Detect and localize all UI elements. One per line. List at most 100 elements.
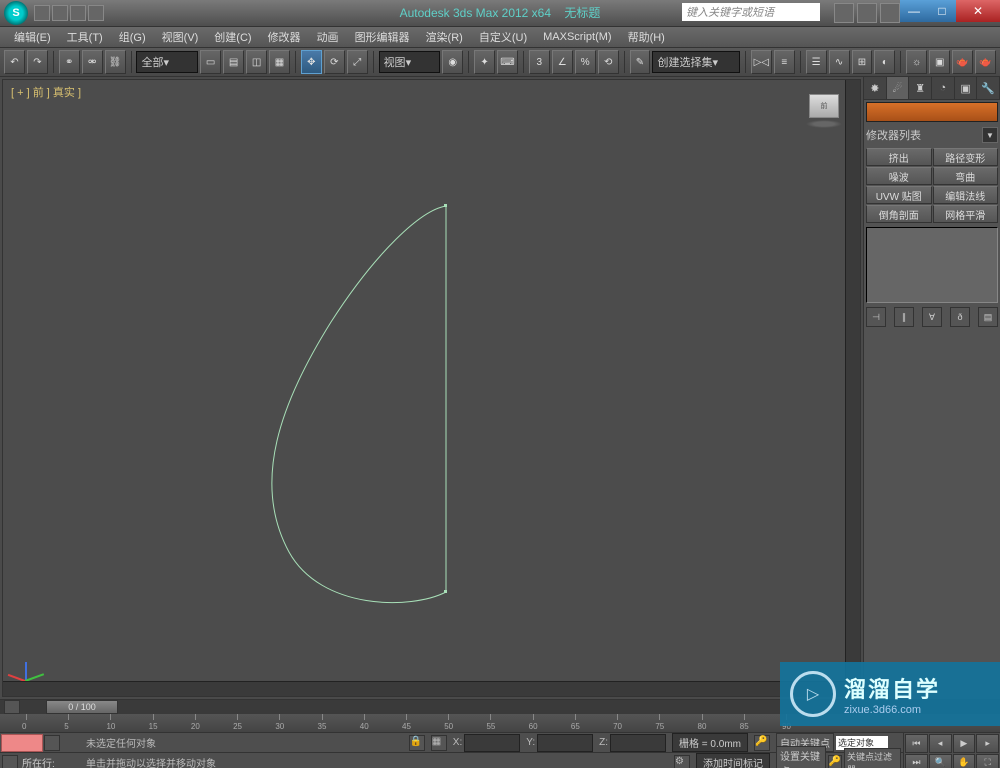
- viewport-front[interactable]: [ + ] 前 ] 真实 ] 前: [2, 79, 861, 697]
- tab-display[interactable]: ▣: [955, 77, 978, 99]
- infocenter-icon[interactable]: [834, 3, 854, 23]
- render-button[interactable]: 🫖: [952, 50, 973, 74]
- menu-create[interactable]: 创建(C): [208, 27, 257, 47]
- menu-customize[interactable]: 自定义(U): [473, 27, 533, 47]
- tab-modify[interactable]: ☄: [887, 77, 910, 99]
- unique-button[interactable]: ∀: [922, 307, 942, 327]
- abs-transform-icon[interactable]: ▦: [431, 735, 447, 751]
- window-minimize-button[interactable]: —: [900, 0, 928, 22]
- window-close-button[interactable]: ✕: [956, 0, 1000, 22]
- undo-button[interactable]: ↶: [4, 50, 25, 74]
- goto-start-button[interactable]: ⏮: [905, 734, 928, 753]
- slider-left-icon[interactable]: [4, 700, 20, 714]
- tab-motion[interactable]: ◔: [932, 77, 955, 99]
- configure-sets-button[interactable]: ▤: [978, 307, 998, 327]
- render-setup-button[interactable]: ☼: [906, 50, 927, 74]
- angle-snap-button[interactable]: ∠: [552, 50, 573, 74]
- use-center-button[interactable]: ◉: [442, 50, 463, 74]
- help-search-input[interactable]: 键入关键字或短语: [682, 3, 820, 21]
- layers-button[interactable]: ☰: [806, 50, 827, 74]
- keyfilter-button[interactable]: 关键点过滤器...: [844, 748, 901, 768]
- coord-z-input[interactable]: [610, 734, 666, 752]
- mod-extrude-button[interactable]: 挤出: [866, 148, 932, 166]
- snap-toggle[interactable]: 3: [529, 50, 550, 74]
- curve-editor-button[interactable]: ∿: [829, 50, 850, 74]
- lock-ui-icon[interactable]: [2, 755, 18, 768]
- coord-x-input[interactable]: [464, 734, 520, 752]
- maximize-viewport-button[interactable]: ⛶: [976, 754, 999, 768]
- menu-grapheditors[interactable]: 图形编辑器: [349, 27, 416, 47]
- unlink-button[interactable]: ⚮: [82, 50, 103, 74]
- spinner-snap-button[interactable]: ⟲: [598, 50, 619, 74]
- menu-rendering[interactable]: 渲染(R): [420, 27, 469, 47]
- viewport-scrollbar-h[interactable]: [3, 681, 860, 696]
- pan-button[interactable]: ✋: [953, 754, 976, 768]
- play-button[interactable]: ▶: [953, 734, 976, 753]
- link-button[interactable]: ⚭: [59, 50, 80, 74]
- manipulate-button[interactable]: ✦: [474, 50, 495, 74]
- setkey-button[interactable]: 设置关键点: [776, 746, 826, 768]
- goto-end-button[interactable]: ⏭: [905, 754, 928, 768]
- viewport-scrollbar-v[interactable]: [845, 80, 860, 682]
- menu-group[interactable]: 组(G): [113, 27, 152, 47]
- remove-mod-button[interactable]: ð: [950, 307, 970, 327]
- window-maximize-button[interactable]: □: [928, 0, 956, 22]
- object-name-field[interactable]: [866, 102, 998, 122]
- next-frame-button[interactable]: ▸: [976, 734, 999, 753]
- keymode-button[interactable]: ⌨: [497, 50, 518, 74]
- quick-access-3[interactable]: [70, 5, 86, 21]
- star-icon[interactable]: [857, 3, 877, 23]
- menu-animation[interactable]: 动画: [311, 27, 345, 47]
- mod-noise-button[interactable]: 噪波: [866, 167, 932, 185]
- mod-pathdeform-button[interactable]: 路径变形: [933, 148, 999, 166]
- menu-view[interactable]: 视图(V): [156, 27, 205, 47]
- material-editor-button[interactable]: ◐: [874, 50, 895, 74]
- mod-bend-button[interactable]: 弯曲: [933, 167, 999, 185]
- mod-editnormals-button[interactable]: 编辑法线: [933, 186, 999, 204]
- edit-named-sel-button[interactable]: ✎: [630, 50, 651, 74]
- render-prod-button[interactable]: 🫖: [975, 50, 996, 74]
- comm-center-icon[interactable]: ⚙: [674, 755, 690, 768]
- show-end-button[interactable]: ∥: [894, 307, 914, 327]
- add-time-tag-button[interactable]: 添加时间标记: [696, 753, 770, 768]
- select-scale-button[interactable]: ⤢: [347, 50, 368, 74]
- quick-access-4[interactable]: [88, 5, 104, 21]
- app-icon[interactable]: S: [4, 1, 28, 25]
- mod-meshsmooth-button[interactable]: 网格平滑: [933, 205, 999, 223]
- menu-maxscript[interactable]: MAXScript(M): [537, 29, 617, 45]
- viewcube[interactable]: 前: [804, 94, 844, 130]
- menu-help[interactable]: 帮助(H): [622, 27, 671, 47]
- select-button[interactable]: ▭: [200, 50, 221, 74]
- chevron-down-icon[interactable]: ▼: [982, 127, 998, 143]
- lock-selection-icon[interactable]: 🔒: [409, 735, 425, 751]
- select-rotate-button[interactable]: ⟳: [324, 50, 345, 74]
- setkey-key-icon[interactable]: 🔑: [828, 755, 842, 768]
- select-name-button[interactable]: ▤: [223, 50, 244, 74]
- tab-hierarchy[interactable]: ♜: [909, 77, 932, 99]
- mod-uvw-button[interactable]: UVW 贴图: [866, 186, 932, 204]
- coord-y-input[interactable]: [537, 734, 593, 752]
- help-icon[interactable]: [880, 3, 900, 23]
- pin-stack-button[interactable]: ⊣: [866, 307, 886, 327]
- key-icon[interactable]: 🔑: [754, 735, 770, 751]
- render-frame-button[interactable]: ▣: [929, 50, 950, 74]
- modifier-stack[interactable]: [866, 227, 998, 303]
- tab-utilities[interactable]: 🔧: [977, 77, 1000, 99]
- percent-snap-button[interactable]: %: [575, 50, 596, 74]
- mod-bevelprofile-button[interactable]: 倒角剖面: [866, 205, 932, 223]
- modifier-list-dropdown[interactable]: 修改器列表: [866, 127, 982, 143]
- select-region-button[interactable]: ◫: [246, 50, 267, 74]
- schematic-button[interactable]: ⊞: [852, 50, 873, 74]
- quick-access-2[interactable]: [52, 5, 68, 21]
- selection-filter-dropdown[interactable]: 全部 ▾: [136, 51, 198, 73]
- menu-edit[interactable]: 编辑(E): [8, 27, 57, 47]
- select-move-button[interactable]: ✥: [301, 50, 322, 74]
- mirror-button[interactable]: ▷◁: [751, 50, 772, 74]
- named-sel-dropdown[interactable]: 创建选择集 ▾: [652, 51, 740, 73]
- mini-listener-icon[interactable]: [44, 735, 60, 751]
- ref-coord-dropdown[interactable]: 视图 ▾: [379, 51, 441, 73]
- tab-create[interactable]: ✸: [864, 77, 887, 99]
- quick-access-1[interactable]: [34, 5, 50, 21]
- bind-button[interactable]: ⛓: [105, 50, 126, 74]
- redo-button[interactable]: ↷: [27, 50, 48, 74]
